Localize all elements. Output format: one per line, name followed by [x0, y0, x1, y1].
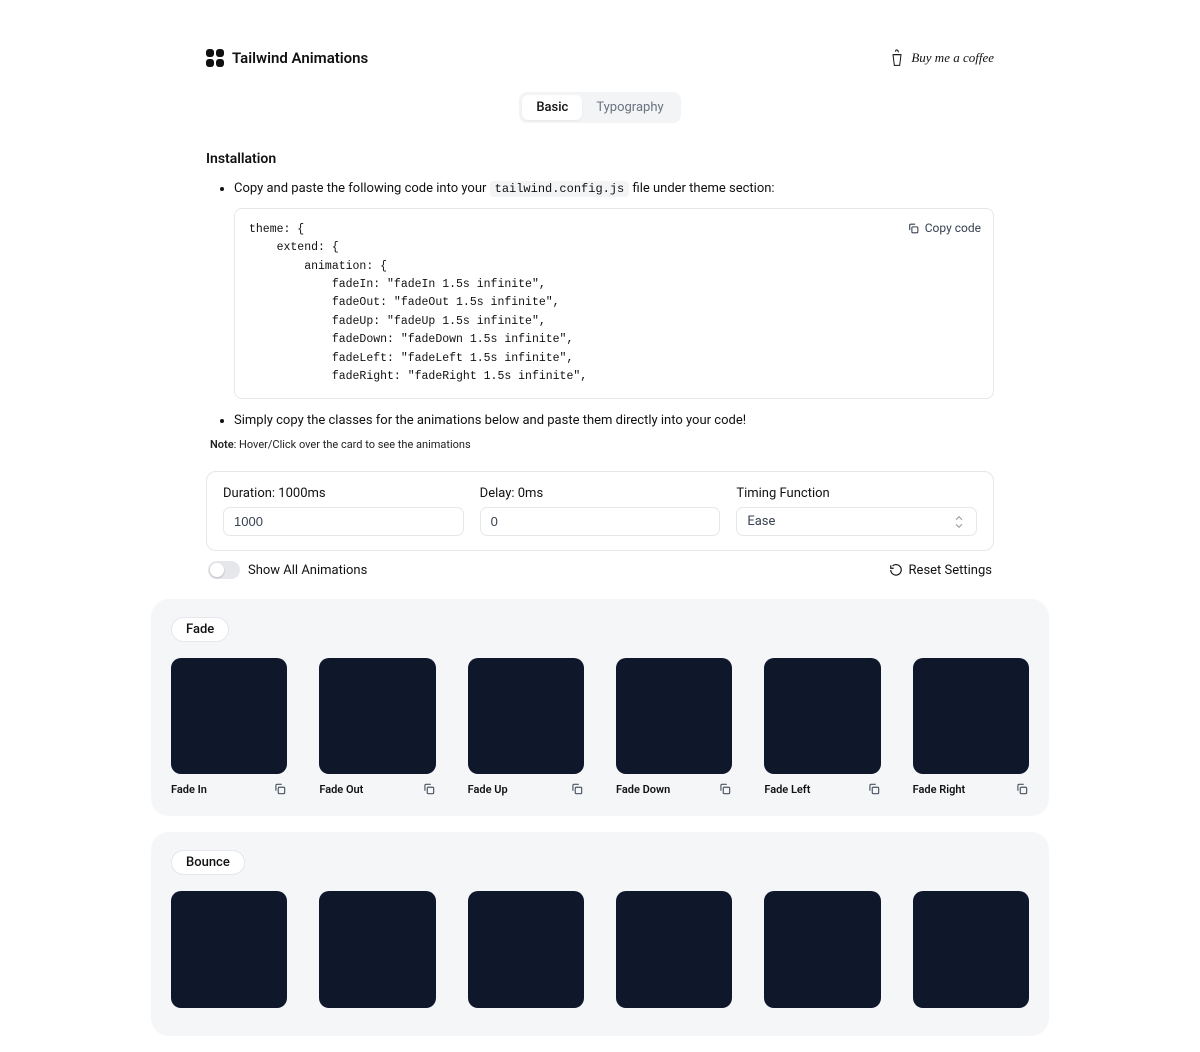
- code-block: Copy code theme: { extend: { animation: …: [234, 208, 994, 400]
- install-step-1: Copy and paste the following code into y…: [234, 179, 994, 399]
- code-content: theme: { extend: { animation: { fadeIn: …: [249, 221, 979, 387]
- animation-preview: [468, 658, 584, 774]
- card-label: Fade Right: [913, 783, 966, 796]
- show-all-toggle-wrap: Show All Animations: [208, 561, 367, 579]
- controls-panel: Duration: 1000ms Delay: 0ms Timing Funct…: [206, 471, 994, 551]
- animation-preview: [171, 658, 287, 774]
- install-step-2: Simply copy the classes for the animatio…: [234, 411, 994, 432]
- copy-code-label: Copy code: [925, 219, 981, 238]
- card-fade-in[interactable]: Fade In: [171, 658, 287, 796]
- delay-input[interactable]: [480, 507, 721, 536]
- card-bounce-1[interactable]: [171, 891, 287, 1015]
- animation-preview: [616, 891, 732, 1007]
- timing-label: Timing Function: [736, 486, 977, 501]
- show-all-label: Show All Animations: [248, 563, 367, 578]
- card-label: Fade Out: [319, 783, 363, 796]
- animation-preview: [764, 658, 880, 774]
- app-title: Tailwind Animations: [232, 49, 368, 67]
- gallery: Fade Fade In Fade Out: [151, 599, 1049, 1036]
- copy-icon[interactable]: [422, 782, 436, 796]
- tab-typography[interactable]: Typography: [582, 95, 677, 120]
- chevron-down-icon: [952, 515, 966, 529]
- config-filename: tailwind.config.js: [490, 181, 630, 197]
- card-bounce-2[interactable]: [319, 891, 435, 1015]
- timing-value: Ease: [747, 514, 775, 529]
- brand: Tailwind Animations: [206, 49, 368, 67]
- tab-basic[interactable]: Basic: [522, 95, 582, 120]
- animation-preview: [319, 658, 435, 774]
- tabs: Basic Typography: [206, 92, 994, 123]
- coffee-icon: [889, 48, 905, 68]
- installation-title: Installation: [206, 151, 994, 167]
- duration-label: Duration: 1000ms: [223, 486, 464, 501]
- note: Note: Hover/Click over the card to see t…: [210, 438, 994, 451]
- copy-icon[interactable]: [718, 782, 732, 796]
- card-fade-out[interactable]: Fade Out: [319, 658, 435, 796]
- card-bounce-4[interactable]: [616, 891, 732, 1015]
- animation-preview: [913, 891, 1029, 1007]
- card-fade-up[interactable]: Fade Up: [468, 658, 584, 796]
- fade-group: Fade Fade In Fade Out: [151, 599, 1049, 816]
- card-fade-down[interactable]: Fade Down: [616, 658, 732, 796]
- animation-preview: [764, 891, 880, 1007]
- reset-button[interactable]: Reset Settings: [889, 563, 992, 578]
- card-bounce-6[interactable]: [913, 891, 1029, 1015]
- fade-group-title: Fade: [171, 617, 229, 642]
- toolbar: Show All Animations Reset Settings: [206, 561, 994, 579]
- animation-preview: [171, 891, 287, 1007]
- reset-icon: [889, 563, 903, 577]
- copy-icon[interactable]: [273, 782, 287, 796]
- animation-preview: [319, 891, 435, 1007]
- card-label: Fade In: [171, 783, 207, 796]
- coffee-label: Buy me a coffee: [911, 50, 994, 66]
- card-label: Fade Left: [764, 783, 810, 796]
- installation-section: Installation Copy and paste the followin…: [206, 151, 994, 451]
- animation-preview: [468, 891, 584, 1007]
- timing-select[interactable]: Ease: [736, 507, 977, 536]
- copy-icon[interactable]: [570, 782, 584, 796]
- animation-preview: [913, 658, 1029, 774]
- animation-preview: [616, 658, 732, 774]
- reset-label: Reset Settings: [909, 563, 992, 578]
- installation-steps: Copy and paste the following code into y…: [206, 179, 994, 432]
- copy-icon[interactable]: [867, 782, 881, 796]
- copy-icon[interactable]: [1015, 782, 1029, 796]
- card-label: Fade Up: [468, 783, 508, 796]
- bounce-cards: [171, 891, 1029, 1015]
- bounce-group: Bounce: [151, 832, 1049, 1035]
- delay-control: Delay: 0ms: [480, 486, 721, 536]
- logo-icon: [206, 49, 224, 67]
- duration-control: Duration: 1000ms: [223, 486, 464, 536]
- show-all-toggle[interactable]: [208, 561, 240, 579]
- card-bounce-5[interactable]: [764, 891, 880, 1015]
- bounce-group-title: Bounce: [171, 850, 245, 875]
- timing-control: Timing Function Ease: [736, 486, 977, 536]
- duration-input[interactable]: [223, 507, 464, 536]
- tab-group: Basic Typography: [519, 92, 680, 123]
- header: Tailwind Animations Buy me a coffee: [206, 48, 994, 68]
- buy-me-a-coffee-link[interactable]: Buy me a coffee: [889, 48, 994, 68]
- card-fade-left[interactable]: Fade Left: [764, 658, 880, 796]
- card-label: Fade Down: [616, 783, 670, 796]
- card-fade-right[interactable]: Fade Right: [913, 658, 1029, 796]
- delay-label: Delay: 0ms: [480, 486, 721, 501]
- fade-cards: Fade In Fade Out Fade Up: [171, 658, 1029, 796]
- card-bounce-3[interactable]: [468, 891, 584, 1015]
- copy-code-button[interactable]: Copy code: [907, 219, 981, 238]
- copy-icon: [907, 222, 920, 235]
